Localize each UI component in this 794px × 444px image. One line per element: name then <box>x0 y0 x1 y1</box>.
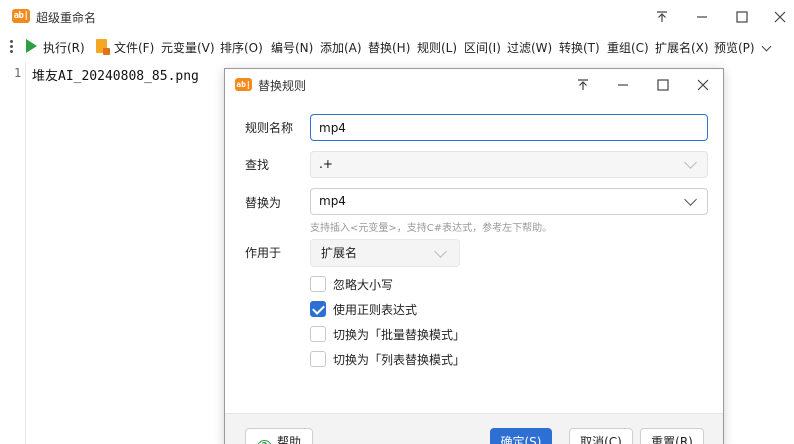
play-icon[interactable] <box>26 39 37 53</box>
window-title: 超级重命名 <box>36 11 97 25</box>
find-chevron-down-icon[interactable] <box>684 156 697 169</box>
use-regex-label[interactable]: 使用正则表达式 <box>333 301 417 318</box>
help-button-label: 帮助 <box>276 435 301 444</box>
toolbar-overflow-chevron-icon[interactable] <box>761 41 772 52</box>
dialog-pin-icon[interactable] <box>567 73 599 97</box>
list-mode-checkbox[interactable] <box>310 351 326 367</box>
main-toolbar: 执行(R) 文件(F) 元变量(V) 排序(O) 编号(N) 添加(A) 替换(… <box>0 34 794 60</box>
replace-hint-text: 支持插入<元变量>，支持C#表达式，参考左下帮助。 <box>310 223 553 234</box>
menu-filter[interactable]: 过滤(W) <box>507 39 552 56</box>
menu-add[interactable]: 添加(A) <box>320 39 362 56</box>
main-title-bar: ab| 超级重命名 <box>0 0 794 34</box>
filename-line[interactable]: 堆友AI_20240808_85.png <box>32 65 199 84</box>
menu-extension[interactable]: 扩展名(X) <box>655 39 709 56</box>
option-ignore-case[interactable]: 忽略大小写 <box>310 275 393 293</box>
menu-preview[interactable]: 预览(P) <box>714 39 755 56</box>
batch-mode-checkbox[interactable] <box>310 326 326 342</box>
dialog-title: 替换规则 <box>258 79 307 93</box>
minimize-icon[interactable] <box>684 4 720 30</box>
menu-number[interactable]: 编号(N) <box>271 39 313 56</box>
dialog-maximize-icon[interactable] <box>647 73 679 97</box>
menu-convert[interactable]: 转换(T) <box>559 39 600 56</box>
menu-range[interactable]: 区间(I) <box>464 39 501 56</box>
find-label: 查找 <box>245 158 270 172</box>
help-icon: ? <box>256 440 272 444</box>
apply-to-chevron-down-icon[interactable] <box>434 245 447 258</box>
pin-icon[interactable] <box>644 4 680 30</box>
dialog-title-bar: ab| 替换规则 <box>225 69 723 101</box>
replace-rule-dialog: ab| 替换规则 规则名称 查找 .+ 替换为 mp4 支持插入<元变量>，支持… <box>224 68 724 444</box>
menu-meta-variable[interactable]: 元变量(V) <box>161 39 215 56</box>
rule-name-input[interactable] <box>319 115 707 140</box>
rule-name-label: 规则名称 <box>245 121 294 135</box>
reset-button[interactable]: 重置(R) <box>640 428 704 444</box>
toolbar-grip-icon[interactable] <box>10 40 14 56</box>
option-list-mode[interactable]: 切换为「列表替换模式」 <box>310 350 465 368</box>
find-value: .+ <box>319 157 333 171</box>
ignore-case-label[interactable]: 忽略大小写 <box>333 276 393 293</box>
batch-mode-label[interactable]: 切换为「批量替换模式」 <box>333 326 465 343</box>
option-batch-mode[interactable]: 切换为「批量替换模式」 <box>310 325 465 343</box>
cancel-button[interactable]: 取消(C) <box>569 428 633 444</box>
apply-to-value: 扩展名 <box>321 246 358 260</box>
apply-to-label: 作用于 <box>245 246 282 260</box>
line-gutter: 1 <box>0 62 26 444</box>
help-button[interactable]: ? 帮助 <box>245 428 313 444</box>
menu-replace[interactable]: 替换(H) <box>368 39 410 56</box>
menu-run[interactable]: 执行(R) <box>43 39 85 56</box>
dialog-minimize-icon[interactable] <box>607 73 639 97</box>
menu-sort[interactable]: 排序(O) <box>220 39 263 56</box>
menu-file[interactable]: 文件(F) <box>114 39 154 56</box>
dialog-footer: ? 帮助 确定(S) 取消(C) 重置(R) <box>225 413 723 444</box>
apply-to-select[interactable]: 扩展名 <box>310 239 460 267</box>
use-regex-checkbox[interactable] <box>310 301 326 317</box>
list-mode-label[interactable]: 切换为「列表替换模式」 <box>333 351 465 368</box>
ok-button[interactable]: 确定(S) <box>490 428 552 444</box>
maximize-icon[interactable] <box>724 4 760 30</box>
dialog-app-icon: ab| <box>235 78 252 91</box>
option-use-regex[interactable]: 使用正则表达式 <box>310 300 417 318</box>
dialog-close-icon[interactable] <box>687 73 719 97</box>
app-logo-icon: ab| <box>12 9 30 23</box>
find-field[interactable]: .+ <box>310 151 708 178</box>
close-icon[interactable] <box>762 4 794 30</box>
replace-chevron-down-icon[interactable] <box>684 193 697 206</box>
ignore-case-checkbox[interactable] <box>310 276 326 292</box>
replace-value: mp4 <box>319 194 346 208</box>
replace-label: 替换为 <box>245 196 282 210</box>
rule-name-field[interactable] <box>310 114 708 141</box>
menu-rule[interactable]: 规则(L) <box>417 39 457 56</box>
replace-field[interactable]: mp4 <box>310 188 708 215</box>
file-icon[interactable] <box>96 39 110 55</box>
line-number: 1 <box>14 66 22 80</box>
menu-reorganize[interactable]: 重组(C) <box>607 39 649 56</box>
